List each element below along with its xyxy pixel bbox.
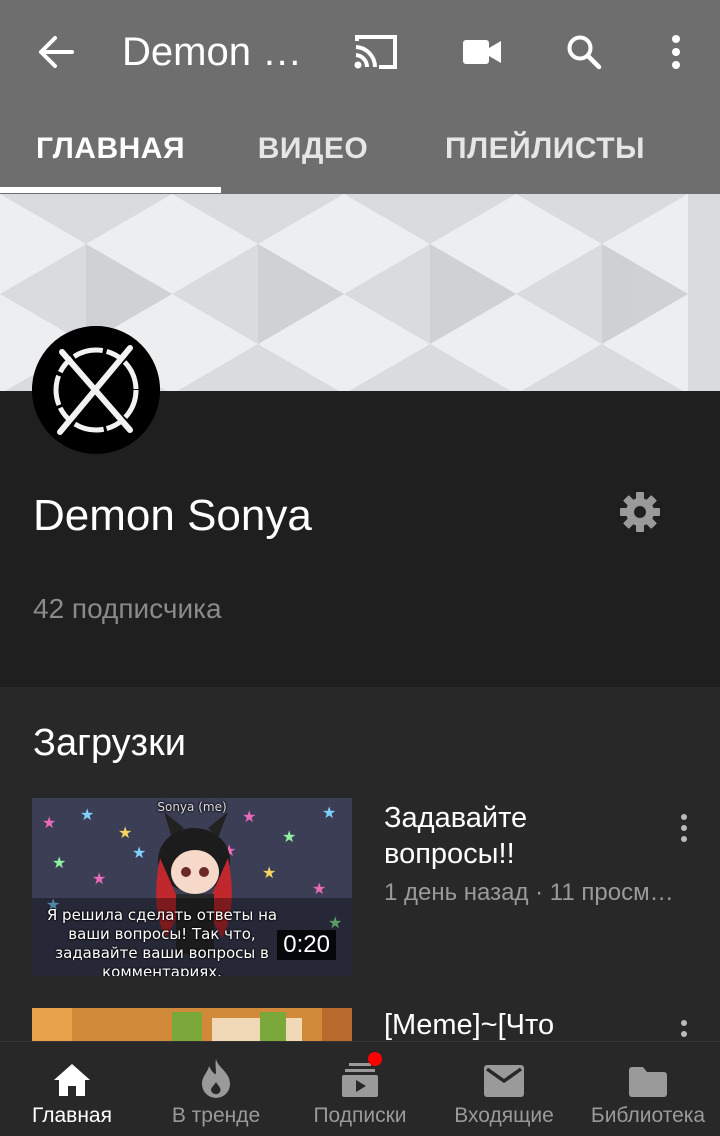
- gear-icon[interactable]: [610, 482, 670, 542]
- video-title[interactable]: [Meme]~[Что: [384, 1007, 654, 1043]
- video-more-icon[interactable]: [668, 806, 700, 850]
- library-folder-icon: [628, 1042, 668, 1102]
- nav-trending[interactable]: В тренде: [152, 1042, 280, 1136]
- svg-text:★: ★: [92, 869, 106, 888]
- svg-text:★: ★: [312, 879, 326, 898]
- svg-text:★: ★: [52, 853, 66, 872]
- thumbnail-top-text: Sonya (me): [157, 800, 227, 814]
- app-bar: Demon Sonya: [0, 0, 720, 104]
- svg-text:★: ★: [262, 863, 276, 882]
- nav-inbox-label: Входящие: [454, 1104, 554, 1127]
- home-icon: [52, 1042, 92, 1102]
- cast-icon[interactable]: [344, 20, 408, 84]
- nav-home[interactable]: Главная: [14, 1042, 130, 1136]
- tab-selected-indicator: [0, 187, 221, 193]
- tab-videos[interactable]: ВИДЕО: [221, 104, 405, 194]
- nav-inbox[interactable]: Входящие: [440, 1042, 568, 1136]
- uploads-title: Загрузки: [33, 722, 186, 764]
- tab-home[interactable]: ГЛАВНАЯ: [0, 104, 221, 194]
- svg-text:★: ★: [132, 843, 146, 862]
- nav-library[interactable]: Библиотека: [580, 1042, 716, 1136]
- notification-badge: [368, 1052, 382, 1066]
- channel-name: Demon Sonya: [33, 491, 312, 540]
- app-bar-title: Demon Sonya: [122, 30, 322, 74]
- nav-home-label: Главная: [32, 1104, 112, 1127]
- channel-tabs: ГЛАВНАЯ ВИДЕО ПЛЕЙЛИСТЫ: [0, 104, 720, 194]
- trending-flame-icon: [200, 1042, 232, 1102]
- subscriber-count: 42 подписчика: [33, 593, 222, 624]
- nav-subscriptions[interactable]: Подписки: [300, 1042, 420, 1136]
- svg-text:★: ★: [118, 823, 132, 842]
- nav-trending-label: В тренде: [171, 1104, 261, 1127]
- nav-subscriptions-label: Подписки: [313, 1104, 407, 1127]
- back-arrow-icon[interactable]: [22, 22, 90, 82]
- more-vert-icon[interactable]: [650, 20, 702, 84]
- bottom-navigation: Главная В тренде Подписки Входящие Библи…: [0, 1041, 720, 1136]
- inbox-mail-icon: [483, 1042, 525, 1102]
- thumbnail-caption: Я решила сделать ответы на ваши вопросы!…: [46, 906, 278, 976]
- tab-playlists[interactable]: ПЛЕЙЛИСТЫ: [420, 104, 670, 194]
- video-meta: 1 день назад · 11 просмотров: [384, 879, 676, 906]
- search-icon[interactable]: [552, 20, 616, 84]
- subscriptions-icon: [341, 1042, 379, 1102]
- svg-text:★: ★: [282, 827, 296, 846]
- video-title[interactable]: Задавайте вопросы!!: [384, 800, 654, 872]
- video-camera-icon[interactable]: [450, 20, 514, 84]
- nav-library-label: Библиотека: [590, 1104, 706, 1127]
- video-duration: 0:20: [277, 930, 336, 960]
- channel-avatar[interactable]: [32, 326, 160, 454]
- video-thumbnail[interactable]: ★★ ★★ ★★ ★★ ★★ ★★ ★★ Sonya (me) Я решила…: [32, 798, 352, 976]
